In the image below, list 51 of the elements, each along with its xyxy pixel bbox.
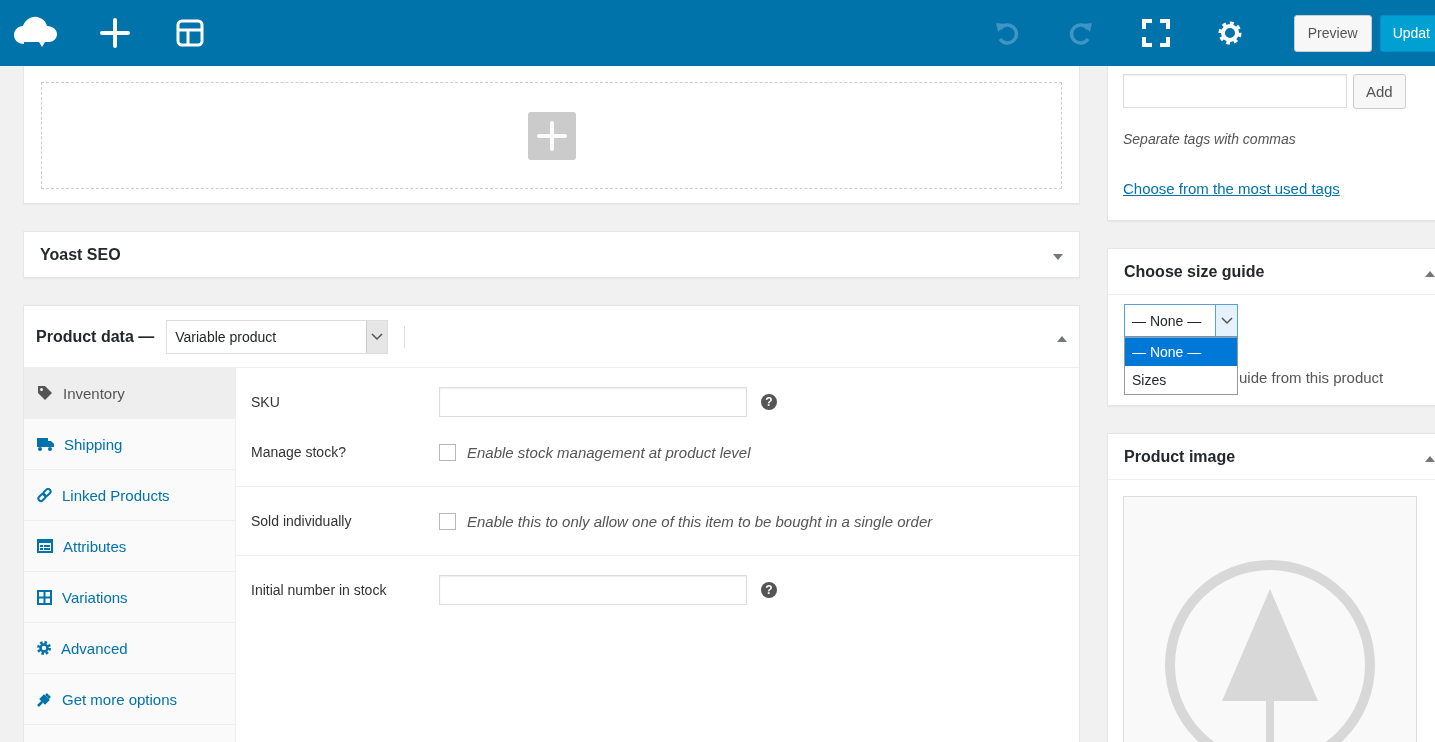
preview-button[interactable]: Preview xyxy=(1293,14,1372,52)
field-label: Manage stock? xyxy=(251,444,347,460)
checkbox[interactable] xyxy=(439,443,456,461)
product-tab[interactable]: Attributes xyxy=(24,521,235,572)
tree-placeholder-icon xyxy=(1164,559,1376,742)
plug-icon xyxy=(37,691,52,707)
panel-title: Product data — xyxy=(36,327,155,346)
field-label: Initial number in stock xyxy=(251,582,388,598)
product-type-select[interactable]: Variable product xyxy=(166,319,389,354)
link-icon xyxy=(37,487,52,503)
fullscreen-icon[interactable] xyxy=(1141,19,1170,47)
plus-icon[interactable] xyxy=(100,18,130,48)
dropdown-option[interactable]: Sizes xyxy=(1125,366,1237,394)
panel-title: Yoast SEO xyxy=(40,245,121,264)
chevron-down-icon[interactable] xyxy=(371,332,384,341)
field-label: Sold individually xyxy=(251,513,353,529)
gear-icon xyxy=(37,641,51,655)
chevron-down-icon[interactable] xyxy=(1220,316,1233,325)
list-icon xyxy=(37,539,53,553)
checkbox-description: Enable this to only allow one of this item to be bought in a single order xyxy=(467,512,933,530)
size-guide-hint: uide from this product xyxy=(1239,369,1384,386)
checkbox-description: Enable stock management at product level xyxy=(467,443,751,461)
product-tab[interactable]: Linked Products xyxy=(24,470,235,521)
help-icon[interactable]: ? xyxy=(761,582,777,598)
text-input-field[interactable] xyxy=(439,575,747,605)
product-tab[interactable]: Shipping xyxy=(24,419,235,470)
expand-arrow-icon[interactable] xyxy=(1053,253,1063,260)
grid-icon xyxy=(37,589,52,605)
checkbox[interactable] xyxy=(439,512,456,530)
product-tab[interactable]: Get more options xyxy=(24,674,235,725)
update-button[interactable]: Updat xyxy=(1379,14,1435,52)
field-label: SKU xyxy=(251,394,281,410)
product-tab[interactable]: Variations xyxy=(24,572,235,623)
truck-icon xyxy=(37,437,54,451)
tags-hint: Separate tags with commas xyxy=(1123,131,1297,147)
add-tag-button[interactable]: Add xyxy=(1353,74,1406,109)
text-input-field[interactable] xyxy=(439,387,747,417)
tag-input-field[interactable] xyxy=(1123,74,1347,108)
product-tab[interactable]: Inventory xyxy=(24,368,235,419)
collapse-arrow-icon[interactable] xyxy=(1057,335,1067,342)
collapse-arrow-icon[interactable] xyxy=(1425,455,1435,462)
layout-icon[interactable] xyxy=(176,19,204,47)
panel-title: Product image xyxy=(1124,447,1236,466)
most-used-tags-link[interactable]: Choose from the most used tags xyxy=(1123,180,1340,197)
tag-icon xyxy=(37,385,53,401)
size-guide-select[interactable]: — None — xyxy=(1124,304,1238,337)
panel-title: Choose size guide xyxy=(1124,262,1265,281)
product-tab[interactable]: Advanced xyxy=(24,623,235,674)
dropdown-option[interactable]: — None — xyxy=(1125,338,1237,366)
collapse-arrow-icon[interactable] xyxy=(1425,270,1435,277)
help-icon[interactable]: ? xyxy=(761,394,777,410)
